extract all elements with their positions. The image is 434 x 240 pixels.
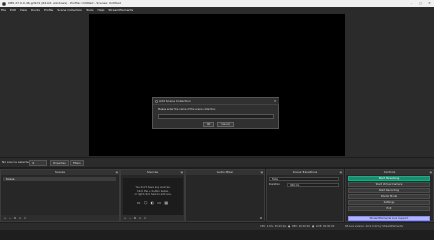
maximize-icon[interactable]: □ <box>416 0 425 7</box>
menu-profile[interactable]: Profile <box>44 8 53 12</box>
close-icon[interactable]: ✕ <box>425 0 434 7</box>
menu-tools[interactable]: Tools <box>86 8 93 12</box>
audio-mixer-dock-toolbar: ⚙ <box>186 215 264 221</box>
dock-float-icon[interactable]: ▣ <box>116 170 118 175</box>
filter-icon[interactable]: ⧉ <box>13 216 17 220</box>
duration-input[interactable]: 300 ms <box>287 182 339 187</box>
menu-streamelements[interactable]: StreamElements <box>108 8 133 12</box>
menu-view[interactable]: View <box>20 8 27 12</box>
dialog-prompt: Please enter the name of the scene colle… <box>158 108 216 111</box>
move-down-icon[interactable]: ∨ <box>143 216 147 220</box>
controls-dock-title: Controls <box>383 170 396 174</box>
transition-select[interactable]: Fade <box>269 176 339 181</box>
duration-row: Duration 300 ms <box>267 182 342 187</box>
move-down-icon[interactable]: ∨ <box>23 216 27 220</box>
start-streaming-button[interactable]: Start Streaming <box>348 176 430 181</box>
sources-dock-title: Sources <box>146 170 159 174</box>
scenes-dock: Scenes ▣ Scene + − ⧉ ∧ ∨ <box>0 169 120 222</box>
live-icon: ● <box>312 225 315 228</box>
add-scene-collection-dialog: Add Scene Collection ✕ Please enter the … <box>152 97 279 129</box>
controls-dock: Controls ▣ Start Streaming Start Virtual… <box>345 169 434 222</box>
scene-transitions-dock-title: Scene Transitions <box>292 170 318 174</box>
scene-transitions-dock-header: Scene Transitions ▣ <box>267 170 343 175</box>
exit-button[interactable]: Exit <box>348 206 430 211</box>
cpu-status: CPU: 1.6%, 30.00 fps <box>260 225 287 228</box>
move-up-icon[interactable]: ∧ <box>138 216 142 220</box>
window-titlebar: OBS 27.0.0-46-gd1d1 (64-bit, windows) - … <box>0 0 434 7</box>
add-icon[interactable]: + <box>3 216 7 220</box>
version-label: SE.Live version: 20.0.4.42 by StreamElem… <box>345 225 403 228</box>
properties-button[interactable]: Properties <box>50 159 69 166</box>
scenes-dock-title: Scenes <box>55 170 65 174</box>
obs-logo-icon <box>2 1 6 6</box>
menu-help[interactable]: Help <box>98 8 105 12</box>
cancel-button[interactable]: Cancel <box>217 122 234 127</box>
sources-empty-state[interactable]: You don't have any sources. Click the + … <box>123 178 183 216</box>
start-virtual-camera-button[interactable]: Start Virtual Camera <box>348 182 430 187</box>
window-title: OBS 27.0.0-46-gd1d1 (64-bit, windows) - … <box>8 1 121 5</box>
empty-text-line: or right click here to add one. <box>134 193 172 196</box>
minimize-icon[interactable]: – <box>407 0 416 7</box>
menu-docks[interactable]: Docks <box>31 8 40 12</box>
scene-transitions-dock: Scene Transitions ▣ Fade Duration 300 ms <box>266 169 344 222</box>
close-icon[interactable]: ✕ <box>272 98 278 105</box>
dialog-title: Add Scene Collection <box>159 99 191 103</box>
add-icon[interactable]: + <box>123 216 127 220</box>
dock-float-icon[interactable]: ▣ <box>261 170 263 175</box>
start-recording-button[interactable]: Start Recording <box>348 188 430 193</box>
rec-icon: ● <box>288 225 291 228</box>
gear-icon[interactable]: ⚙ <box>259 216 263 220</box>
remove-icon[interactable]: − <box>8 216 12 220</box>
properties-icon[interactable]: ⚙ <box>29 159 47 166</box>
studio-mode-button[interactable]: Studio Mode <box>348 194 430 199</box>
controls-dock-header: Controls ▣ <box>346 170 433 175</box>
live-support-button[interactable]: StreamElements Live Support <box>348 216 430 221</box>
transition-row: Fade <box>267 176 342 181</box>
ok-button[interactable]: OK <box>203 122 214 127</box>
move-up-icon[interactable]: ∧ <box>18 216 22 220</box>
settings-button[interactable]: Settings <box>348 200 430 205</box>
scenes-dock-header: Scenes ▣ <box>1 170 119 175</box>
gear-icon[interactable]: ⚙ <box>133 216 137 220</box>
duration-label: Duration <box>269 183 280 186</box>
dock-float-icon[interactable]: ▣ <box>430 170 432 175</box>
no-source-label: No source selected <box>2 160 31 164</box>
menu-scene-collection[interactable]: Scene Collection <box>57 8 82 12</box>
dialog-titlebar: Add Scene Collection ✕ <box>153 98 279 105</box>
sources-dock: Sources ▣ You don't have any sources. Cl… <box>120 169 185 222</box>
live-time: LIVE: 00:00:00 <box>316 225 335 228</box>
filters-button[interactable]: Filters <box>70 159 84 166</box>
scene-list-item[interactable]: Scene <box>3 177 116 181</box>
obs-logo-icon <box>154 100 158 103</box>
sources-dock-header: Sources ▣ <box>121 170 184 175</box>
dock-float-icon[interactable]: ▣ <box>181 170 183 175</box>
audio-mixer-dock: Audio Mixer ▣ ⚙ <box>185 169 265 222</box>
sources-dock-toolbar: + − ⚙ ∧ ∨ <box>121 215 184 221</box>
menu-edit[interactable]: Edit <box>10 8 16 12</box>
collection-name-input[interactable] <box>158 114 274 119</box>
preview-canvas[interactable] <box>89 14 345 156</box>
source-toolbar: No source selected ⚙ Properties Filters <box>0 158 434 167</box>
source-type-icons: ▭ ⬡ ◐ ▭ ▦ <box>136 199 170 205</box>
rec-time: REC: 00:00:00 <box>292 225 310 228</box>
menu-file[interactable]: File <box>1 8 6 12</box>
scenes-dock-toolbar: + − ⧉ ∧ ∨ <box>1 215 119 221</box>
status-bar: CPU: 1.6%, 30.00 fps ● REC: 00:00:00 ● L… <box>0 223 434 230</box>
dock-float-icon[interactable]: ▣ <box>340 170 342 175</box>
audio-mixer-dock-header: Audio Mixer ▣ <box>186 170 264 175</box>
audio-mixer-dock-title: Audio Mixer <box>216 170 234 174</box>
remove-icon[interactable]: − <box>128 216 132 220</box>
